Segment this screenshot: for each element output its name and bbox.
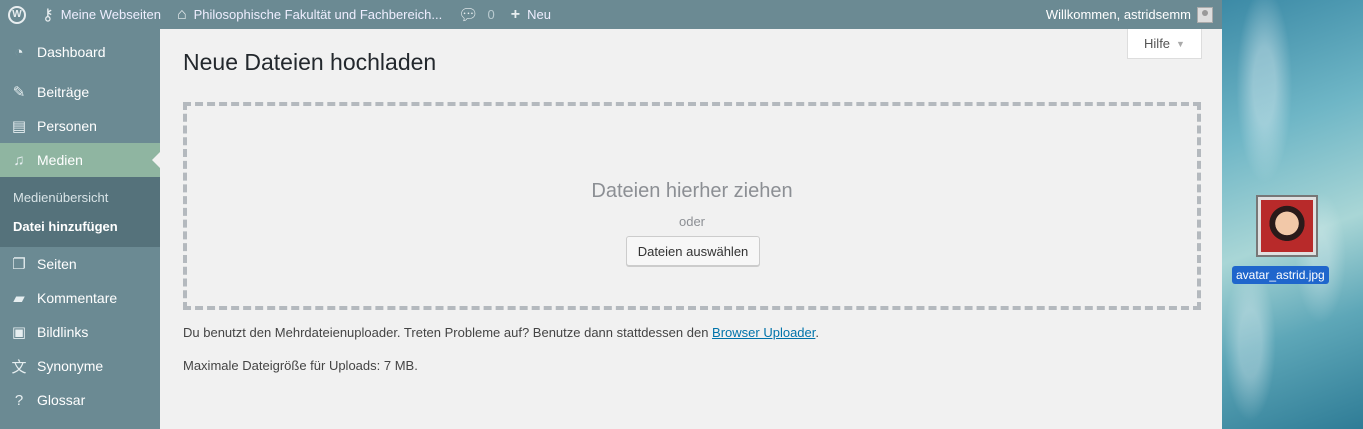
sidebar-item-label: Synonyme	[37, 358, 104, 374]
user-avatar-icon	[1197, 6, 1213, 23]
max-upload-size: Maximale Dateigröße für Uploads: 7 MB.	[183, 358, 418, 373]
site-name-label: Philosophische Fakultät und Fachbereich.…	[193, 7, 443, 22]
sidebar-item-kommentare[interactable]: ▰ Kommentare	[0, 281, 160, 315]
help-tab-button[interactable]: Hilfe ▼	[1127, 29, 1202, 59]
avatar-thumbnail	[1261, 200, 1313, 252]
new-content-menu[interactable]: + Neu	[503, 0, 559, 29]
desktop-file-label[interactable]: avatar_astrid.jpg	[1232, 266, 1329, 284]
dropzone-title: Dateien hierher ziehen	[591, 180, 793, 202]
admin-bar: W ⚷ Meine Webseiten ⌂ Philosophische Fak…	[0, 0, 1222, 29]
new-label: Neu	[527, 7, 551, 22]
uploader-text: Du benutzt den Mehrdateienuploader. Tret…	[183, 325, 713, 340]
site-name-menu[interactable]: ⌂ Philosophische Fakultät und Fachbereic…	[169, 0, 450, 29]
wordpress-logo-button[interactable]: W	[0, 0, 34, 29]
sidebar-item-label: Beiträge	[37, 84, 90, 100]
uploader-info: Du benutzt den Mehrdateienuploader. Tret…	[183, 325, 819, 340]
uploader-text-end: .	[815, 325, 819, 340]
account-menu[interactable]: Willkommen, astridsemm	[1045, 6, 1222, 23]
sidebar-item-label: Medien	[37, 152, 83, 168]
image-icon: ▣	[11, 324, 27, 341]
pages-icon: ❐	[12, 256, 26, 273]
home-icon: ⌂	[176, 5, 187, 23]
my-sites-menu[interactable]: ⚷ Meine Webseiten	[34, 0, 169, 29]
sidebar-item-personen[interactable]: ▤ Personen	[0, 109, 160, 143]
my-sites-label: Meine Webseiten	[60, 7, 161, 22]
translate-icon: 文	[11, 358, 27, 376]
sidebar-item-label: Glossar	[37, 392, 86, 408]
sidebar-item-label: Seiten	[37, 256, 77, 272]
comments-count: 0	[487, 7, 495, 22]
sidebar-item-bildlinks[interactable]: ▣ Bildlinks	[0, 315, 160, 349]
help-label: Hilfe	[1144, 36, 1171, 51]
submenu-item-library[interactable]: Medienübersicht	[0, 183, 160, 212]
plus-icon: +	[510, 5, 521, 23]
select-files-button[interactable]: Dateien auswählen	[626, 236, 760, 266]
help-icon: ?	[14, 391, 24, 409]
main-content: Hilfe ▼ Neue Dateien hochladen Dateien h…	[160, 29, 1222, 429]
sidebar-item-synonyme[interactable]: 文 Synonyme	[0, 349, 160, 383]
sidebar-item-label: Bildlinks	[37, 324, 89, 340]
comment-icon: ▰	[13, 290, 25, 307]
id-card-icon: ▤	[11, 118, 27, 135]
submenu-item-add-file[interactable]: Datei hinzufügen	[0, 212, 160, 241]
desktop-file-icon[interactable]	[1256, 195, 1318, 257]
comment-bubble-icon: 💬︎	[458, 6, 479, 24]
page-title: Neue Dateien hochladen	[183, 49, 437, 75]
sidebar-item-label: Dashboard	[37, 44, 106, 60]
media-icon: ♫	[13, 151, 25, 169]
dropzone-or: oder	[678, 214, 706, 229]
sidebar-item-beitraege[interactable]: ✎ Beiträge	[0, 75, 160, 109]
upload-dropzone[interactable]: Dateien hierher ziehen oder Dateien ausw…	[183, 102, 1201, 310]
browser-uploader-link[interactable]: Browser Uploader	[712, 325, 815, 340]
pin-icon: ✎	[12, 84, 26, 101]
sidebar-item-seiten[interactable]: ❐ Seiten	[0, 247, 160, 281]
sidebar-item-label: Personen	[37, 118, 97, 134]
sidebar-item-medien[interactable]: ♫ Medien	[0, 143, 160, 177]
wordpress-icon: W	[8, 5, 26, 24]
greeting-label: Willkommen, astridsemm	[1045, 7, 1191, 22]
dashboard-icon: ◔	[14, 43, 24, 61]
caret-down-icon: ▼	[1176, 38, 1185, 49]
sidebar-item-label: Kommentare	[37, 290, 118, 306]
media-submenu: Medienübersicht Datei hinzufügen	[0, 177, 160, 247]
key-icon: ⚷	[42, 6, 54, 24]
sidebar-item-dashboard[interactable]: ◔ Dashboard	[0, 29, 160, 75]
admin-sidebar: ◔ Dashboard ✎ Beiträge ▤ Personen ♫ Medi…	[0, 29, 160, 429]
comments-menu[interactable]: 💬︎ 0	[450, 0, 503, 29]
sidebar-item-glossar[interactable]: ? Glossar	[0, 383, 160, 417]
